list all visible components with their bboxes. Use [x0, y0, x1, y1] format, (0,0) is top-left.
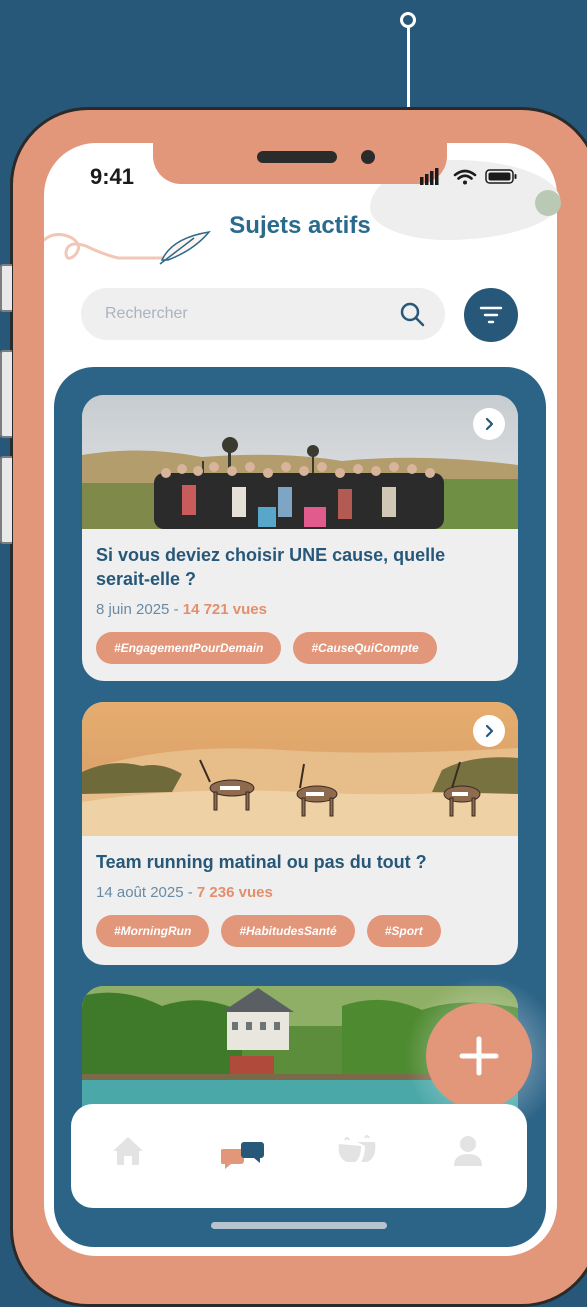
topic-views: 14 721 vues	[182, 601, 267, 618]
chevron-right-icon	[485, 724, 494, 738]
bottom-tab-bar	[71, 1104, 527, 1208]
signal-icon	[420, 168, 439, 185]
camera	[361, 150, 375, 164]
tab-discussions[interactable]	[221, 1140, 267, 1172]
page-title: Sujets actifs	[229, 212, 371, 239]
search-icon[interactable]	[399, 301, 425, 327]
tag-chip[interactable]: #EngagementPourDemain	[96, 632, 282, 664]
topic-image-group-photo	[82, 395, 518, 529]
tag-chip[interactable]: #HabitudesSanté	[221, 915, 355, 947]
status-time: 9:41	[90, 164, 135, 189]
topic-tags: #MorningRun #HabitudesSanté #Sport	[96, 915, 504, 947]
topic-tags: #EngagementPourDemain #CauseQuiCompte	[96, 632, 504, 664]
user-icon	[454, 1136, 482, 1166]
topic-date: 14 août 2025 -	[96, 884, 197, 901]
notch	[153, 142, 447, 184]
decorative-dot	[535, 190, 561, 216]
speaker	[257, 151, 337, 163]
side-button	[0, 456, 12, 544]
plus-icon	[459, 1036, 499, 1076]
search-input[interactable]	[103, 304, 387, 324]
topic-views: 7 236 vues	[196, 884, 273, 901]
topic-card[interactable]: Team running matinal ou pas du tout ? 14…	[82, 702, 518, 965]
coffee-icon	[338, 1135, 376, 1162]
open-topic-button[interactable]	[473, 408, 505, 440]
filter-icon	[479, 306, 503, 324]
wifi-icon	[453, 169, 477, 185]
topic-title[interactable]: Si vous deviez choisir UNE cause, quelle…	[96, 543, 504, 591]
side-button	[0, 350, 12, 438]
search-bar[interactable]	[81, 288, 445, 340]
battery-icon	[485, 169, 517, 184]
tag-chip[interactable]: #MorningRun	[96, 915, 210, 947]
tab-profile[interactable]	[451, 1134, 485, 1168]
side-button	[0, 264, 12, 312]
topic-meta: 8 juin 2025 - 14 721 vues	[96, 601, 504, 618]
home-icon	[113, 1137, 143, 1165]
topic-meta: 14 août 2025 - 7 236 vues	[96, 884, 504, 901]
add-topic-button[interactable]	[426, 1003, 532, 1109]
tab-coffee[interactable]	[335, 1134, 383, 1168]
topic-title[interactable]: Team running matinal ou pas du tout ?	[96, 850, 504, 874]
chevron-right-icon	[485, 417, 494, 431]
tag-chip[interactable]: #Sport	[366, 915, 441, 947]
topic-image-desert-oryx	[82, 702, 518, 836]
home-indicator	[211, 1222, 387, 1229]
tab-home[interactable]	[111, 1134, 145, 1168]
filter-button[interactable]	[464, 288, 518, 342]
tag-chip[interactable]: #CauseQuiCompte	[293, 632, 437, 664]
annotation-dot	[400, 12, 416, 28]
open-topic-button[interactable]	[473, 715, 505, 747]
status-icons	[420, 168, 517, 185]
topic-date: 8 juin 2025 -	[96, 601, 183, 618]
chat-icon	[221, 1142, 264, 1169]
topic-card[interactable]: Si vous deviez choisir UNE cause, quelle…	[82, 395, 518, 681]
feather-doodle-icon	[44, 230, 211, 265]
